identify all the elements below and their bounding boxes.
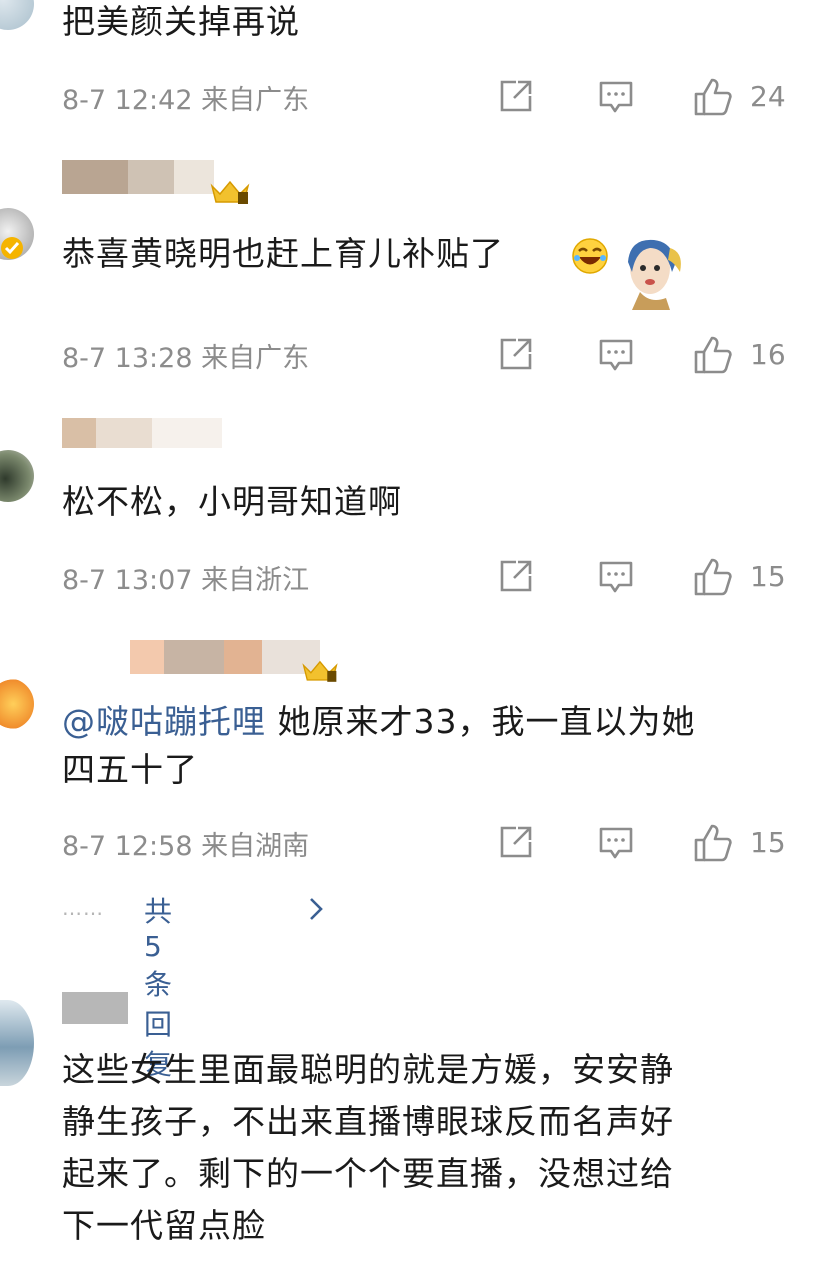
comment-icon[interactable] [596,556,636,596]
crown-badge-icon [302,660,338,682]
share-icon[interactable] [496,556,536,596]
thumbs-up-icon[interactable] [692,76,734,118]
avatar[interactable] [0,1000,34,1086]
comment-text: 恭喜黄晓明也赶上育儿补贴了 [62,230,504,278]
comment-icon[interactable] [596,822,636,862]
avatar[interactable] [0,450,34,502]
verified-badge-icon [1,237,23,259]
like-count: 15 [750,826,786,859]
username-blurred[interactable] [130,640,326,674]
comment-icon[interactable] [596,334,636,374]
comment-text-line: 这些女生里面最聪明的就是方媛，安安静 [62,1050,674,1089]
comment-text: 这些女生里面最聪明的就是方媛，安安静 静生孩子，不出来直播博眼球反而名声好 起来… [62,1044,674,1252]
comment-meta: 8-7 13:07 来自浙江 [62,565,310,596]
comment-meta: 8-7 12:58 来自湖南 [62,831,310,862]
comment-text-line: 起来了。剩下的一个个要直播，没想过给 [62,1154,674,1193]
username-blurred[interactable] [62,992,128,1024]
comment-text: 把美颜关掉再说 [62,2,300,41]
comment-text-line: 下一代留点脸 [62,1206,266,1245]
comment-text: @啵咕蹦托哩 她原来才33，我一直以为她 四五十了 [62,698,695,794]
comment-text-body: 恭喜黄晓明也赶上育儿补贴了 [62,234,504,273]
comment-actions: 15 [496,556,796,600]
thumbs-up-icon[interactable] [692,822,734,864]
like-count: 24 [750,80,786,113]
comment-text-line1: 她原来才33，我一直以为她 [266,702,696,741]
comment-actions: 15 [496,822,796,866]
thumbs-up-icon[interactable] [692,556,734,598]
mention-link[interactable]: @啵咕蹦托哩 [62,702,266,741]
comment-text: 松不松，小明哥知道啊 [62,482,402,521]
comment-text-line2: 四五十了 [62,750,198,789]
comment-actions: 24 [496,76,796,120]
chevron-right-icon [310,898,323,920]
avatar[interactable] [0,678,34,730]
share-icon[interactable] [496,334,536,374]
laughing-emoji-icon [572,238,608,274]
avatar[interactable] [0,0,34,30]
share-icon[interactable] [496,822,536,862]
comment-icon[interactable] [596,76,636,116]
replies-dots: …… [62,896,104,920]
sticker-girl-pearl-earring [628,239,681,310]
comment-actions: 16 [496,334,796,378]
like-count: 16 [750,338,786,371]
like-count: 15 [750,560,786,593]
thumbs-up-icon[interactable] [692,334,734,376]
comment-text-line: 静生孩子，不出来直播博眼球反而名声好 [62,1102,674,1141]
share-icon[interactable] [496,76,536,116]
comment-meta: 8-7 13:28 来自广东 [62,343,310,374]
crown-badge-icon [210,180,250,204]
comment-meta: 8-7 12:42 来自广东 [62,85,310,116]
username-blurred[interactable] [62,418,242,448]
